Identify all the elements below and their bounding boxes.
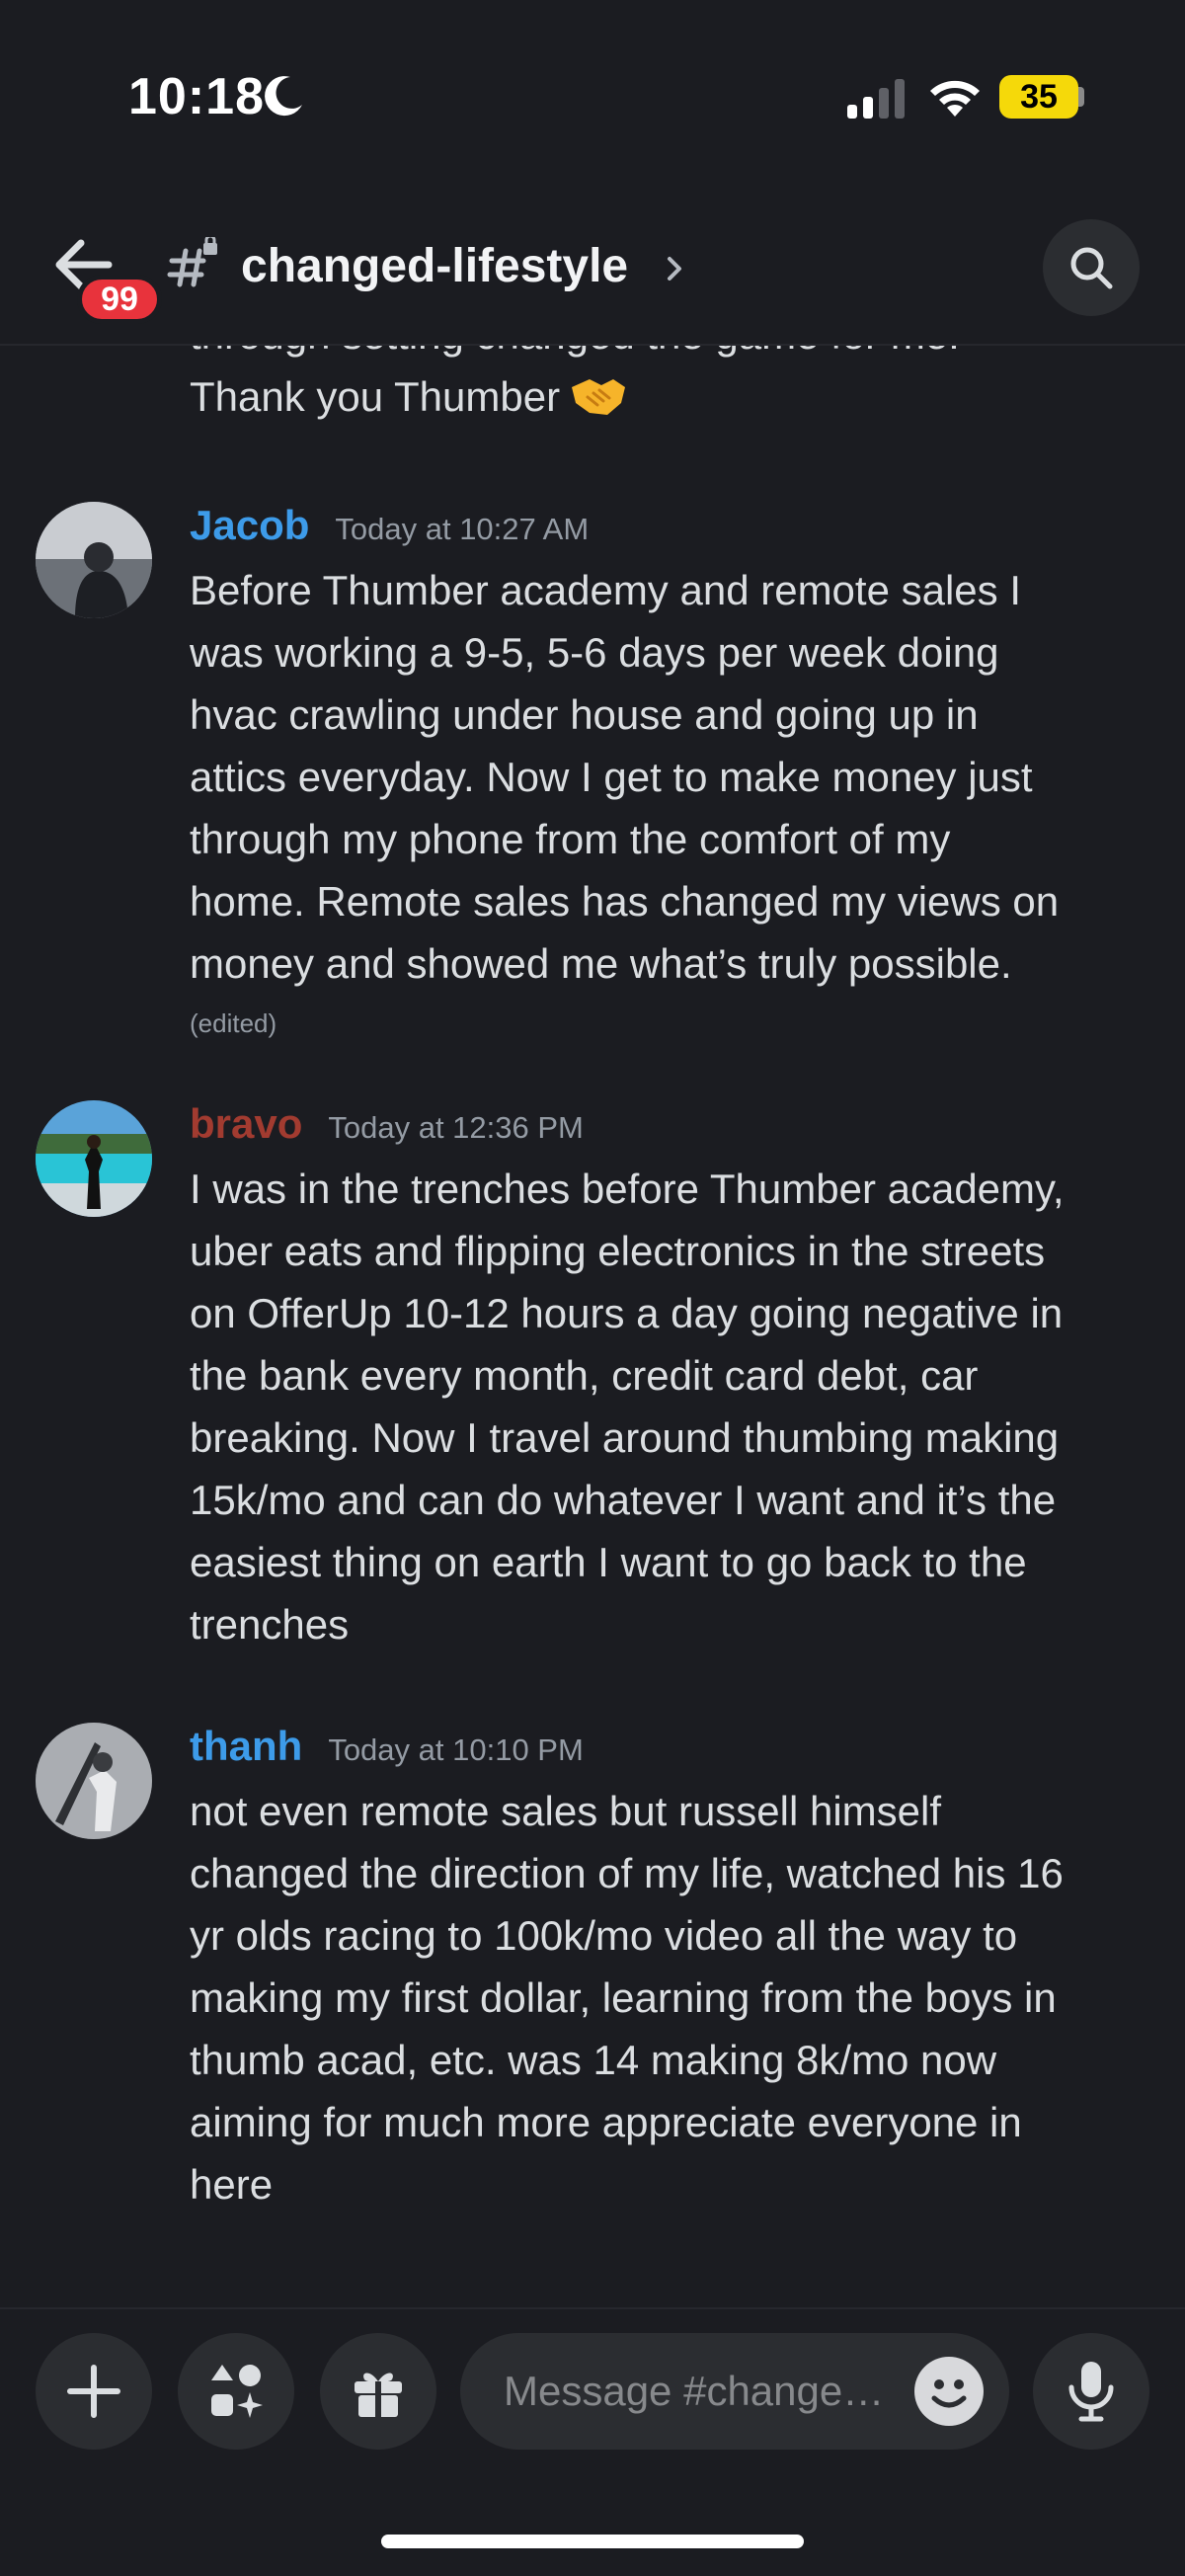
timestamp: Today at 10:10 PM bbox=[328, 1732, 584, 1767]
message-line: yr olds racing to 100k/mo video all the … bbox=[190, 1912, 1018, 1959]
home-indicator[interactable] bbox=[381, 2535, 804, 2548]
channel-header: 99 changed-lifestyle bbox=[0, 198, 1185, 346]
status-bar: 10:18 35 bbox=[0, 0, 1185, 188]
timestamp: Today at 12:36 PM bbox=[328, 1110, 584, 1145]
message-item[interactable]: Jacob Today at 10:27 AM Before Thumber a… bbox=[0, 502, 1185, 1038]
search-button[interactable] bbox=[1043, 219, 1140, 316]
unread-badge[interactable]: 99 bbox=[77, 275, 162, 324]
voice-message-button[interactable] bbox=[1033, 2333, 1149, 2450]
message-line: here bbox=[190, 2161, 274, 2208]
message-line: hvac crawling under house and going up i… bbox=[190, 691, 979, 738]
avatar-thanh[interactable] bbox=[36, 1723, 152, 1839]
discord-channel-screen: 10:18 35 through setting changed the gam… bbox=[0, 0, 1185, 2576]
avatar-image bbox=[36, 502, 152, 618]
message-line: thumb acad, etc. was 14 making 8k/mo now bbox=[190, 2037, 997, 2083]
battery-indicator: 35 bbox=[999, 75, 1078, 119]
locked-hashtag-icon bbox=[167, 237, 217, 287]
add-attachment-button[interactable] bbox=[36, 2333, 152, 2450]
message-line: changed the direction of my life, watche… bbox=[190, 1850, 1064, 1896]
handshake-emoji-icon bbox=[572, 379, 626, 415]
message-list[interactable]: through setting changed the game for me.… bbox=[0, 346, 1185, 2301]
apps-icon bbox=[211, 2365, 263, 2418]
search-icon bbox=[1070, 247, 1113, 289]
message-content: Before Thumber academy and remote sales … bbox=[190, 559, 1185, 1055]
message-line: home. Remote sales has changed my views … bbox=[190, 878, 1060, 925]
message-line: trenches bbox=[190, 1601, 350, 1648]
partial-message: through setting changed the game for me.… bbox=[190, 346, 1185, 428]
message-line: was working a 9-5, 5-6 days per week doi… bbox=[190, 629, 999, 676]
message-content: not even remote sales but russell himsel… bbox=[190, 1780, 1185, 2215]
message-content: I was in the trenches before Thumber aca… bbox=[190, 1158, 1185, 1655]
message-line: breaking. Now I travel around thumbing m… bbox=[190, 1414, 1060, 1461]
message-line: easiest thing on earth I want to go back… bbox=[190, 1539, 1027, 1585]
avatar-jacob[interactable] bbox=[36, 502, 152, 618]
message-header: Jacob Today at 10:27 AM bbox=[190, 502, 589, 561]
message-line: through my phone from the comfort of my bbox=[190, 816, 951, 862]
message-line: Before Thumber academy and remote sales … bbox=[190, 567, 1021, 613]
message-line: the bank every month, credit card debt, … bbox=[190, 1352, 979, 1399]
message-line: uber eats and flipping electronics in th… bbox=[190, 1228, 1046, 1274]
moon-icon bbox=[265, 76, 302, 117]
message-item[interactable]: bravo Today at 12:36 PM I was in the tre… bbox=[0, 1100, 1185, 1673]
username[interactable]: thanh bbox=[190, 1723, 302, 1770]
message-header: thanh Today at 10:10 PM bbox=[190, 1723, 584, 1782]
message-line: 15k/mo and can do whatever I want and it… bbox=[190, 1477, 1057, 1523]
channel-name[interactable]: changed-lifestyle bbox=[241, 239, 628, 293]
message-header: bravo Today at 12:36 PM bbox=[190, 1100, 584, 1160]
message-line: not even remote sales but russell himsel… bbox=[190, 1788, 942, 1834]
gift-icon bbox=[355, 2373, 402, 2417]
message-item[interactable]: thanh Today at 10:10 PM not even remote … bbox=[0, 1723, 1185, 2236]
status-time: 10:18 bbox=[128, 68, 265, 125]
message-line: making my first dollar, learning from th… bbox=[190, 1974, 1057, 2021]
avatar-image bbox=[36, 1723, 152, 1839]
message-line: attics everyday. Now I get to make money… bbox=[190, 754, 1033, 800]
partial-message-line: through setting changed the game for me. bbox=[190, 346, 1185, 365]
emoji-icon bbox=[931, 2379, 967, 2408]
emoji-button[interactable] bbox=[914, 2357, 984, 2426]
microphone-icon bbox=[1068, 2362, 1114, 2422]
message-line: money and showed me what’s truly possibl… bbox=[190, 940, 1012, 987]
wifi-icon bbox=[930, 80, 980, 117]
username[interactable]: Jacob bbox=[190, 502, 309, 549]
cellular-signal-icon bbox=[847, 79, 905, 119]
plus-icon bbox=[67, 2365, 120, 2418]
message-line: on OfferUp 10-12 hours a day going negat… bbox=[190, 1290, 1064, 1336]
partial-message-text: Thank you Thumber bbox=[190, 373, 561, 420]
username[interactable]: bravo bbox=[190, 1100, 302, 1148]
apps-button[interactable] bbox=[178, 2333, 294, 2450]
battery-tip bbox=[1078, 87, 1084, 107]
message-line: I was in the trenches before Thumber aca… bbox=[190, 1166, 1065, 1212]
avatar-bravo[interactable] bbox=[36, 1100, 152, 1217]
edited-label: (edited) bbox=[190, 1008, 277, 1038]
gift-button[interactable] bbox=[320, 2333, 436, 2450]
chevron-right-icon[interactable] bbox=[664, 253, 687, 284]
message-line: aiming for much more appreciate everyone… bbox=[190, 2099, 1022, 2145]
partial-message-line: Thank you Thumber bbox=[190, 365, 1185, 428]
timestamp: Today at 10:27 AM bbox=[335, 512, 590, 546]
avatar-image bbox=[36, 1100, 152, 1217]
